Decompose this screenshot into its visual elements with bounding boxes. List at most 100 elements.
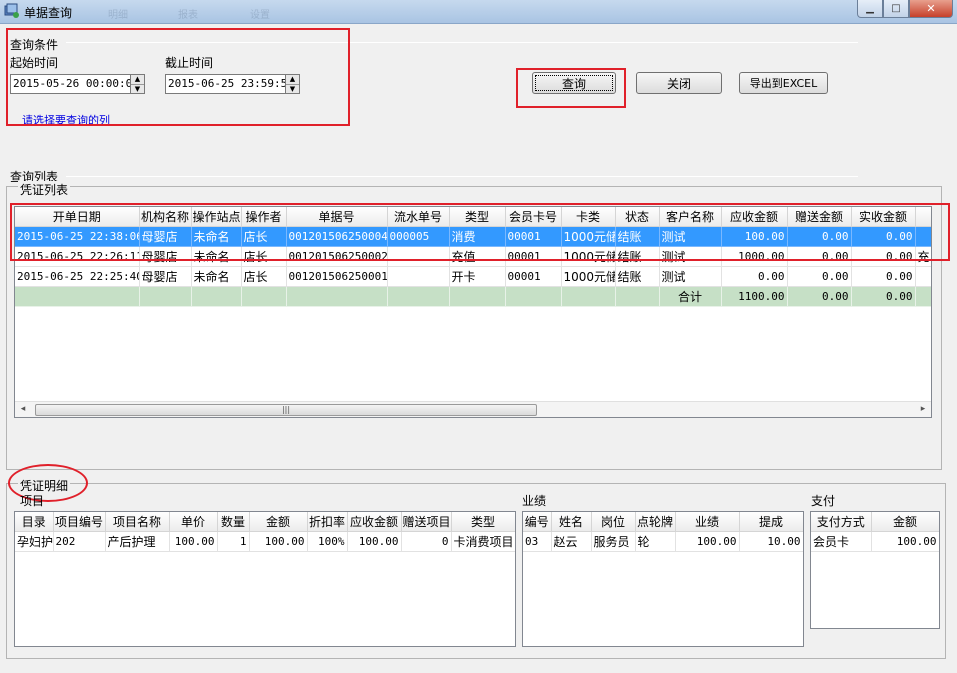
table-row[interactable]: 03 赵云 服务员 轮 100.00 10.00 [523, 531, 803, 552]
cell [915, 266, 931, 287]
performance-title: 业绩 [522, 494, 547, 508]
minimize-button[interactable]: ▁ [857, 0, 883, 18]
cell [139, 286, 192, 307]
cell: 轮 [635, 531, 676, 552]
cell: 0.00 [851, 266, 916, 287]
cell: 03 [523, 531, 552, 552]
items-header: 目录 项目编号 项目名称 单价 数量 金额 折扣率 应收金额 赠送项目 类型 [15, 512, 515, 532]
cell: 服务员 [591, 531, 636, 552]
cell [241, 286, 287, 307]
cell [15, 286, 140, 307]
col-header[interactable]: 金额 [871, 512, 939, 532]
cell: 001201506250001 [286, 266, 388, 287]
cell [286, 286, 388, 307]
voucher-list-title: 凭证列表 [18, 181, 71, 198]
cell [387, 266, 450, 287]
cell: 母婴店 [139, 266, 192, 287]
cell: 100.00 [347, 531, 402, 552]
cell: 202 [53, 531, 106, 552]
query-button-highlight [516, 68, 626, 108]
cell [561, 286, 616, 307]
col-header[interactable]: 项目编号 [53, 512, 106, 532]
cell [387, 286, 450, 307]
col-header[interactable]: 类型 [451, 512, 515, 532]
cell: 开卡 [449, 266, 506, 287]
cell: 10.00 [739, 531, 803, 552]
performance-header: 编号 姓名 岗位 点轮牌 业绩 提成 [523, 512, 803, 532]
cell: 0 [401, 531, 452, 552]
summary-row: 合计 1100.00 0.00 0.00 [15, 286, 931, 307]
maximize-icon: □ [891, 3, 901, 14]
col-header[interactable]: 点轮牌 [635, 512, 676, 532]
cell: 0.00 [787, 266, 852, 287]
query-highlight-box [6, 28, 350, 126]
items-table: 目录 项目编号 项目名称 单价 数量 金额 折扣率 应收金额 赠送项目 类型 孕… [15, 512, 515, 552]
window-title: 单据查询 [24, 6, 73, 20]
cell: 1 [217, 531, 250, 552]
cell: 100.00 [871, 531, 939, 552]
cell: 孕妇护 [15, 531, 54, 552]
close-button[interactable]: 关闭 [636, 72, 722, 94]
cell: 卡消费项目 [451, 531, 515, 552]
ghost-menu-1: 明细 [108, 10, 128, 21]
items-grid[interactable]: 目录 项目编号 项目名称 单价 数量 金额 折扣率 应收金额 赠送项目 类型 孕… [14, 511, 516, 647]
payment-title: 支付 [811, 494, 836, 508]
app-icon [4, 3, 19, 18]
cell: 产后护理 [105, 531, 170, 552]
cell: 00001 [505, 266, 562, 287]
col-header[interactable]: 应收金额 [347, 512, 402, 532]
cell: 2015-06-25 22:25:40 [15, 266, 140, 287]
voucher-list-hscroll[interactable]: ◂ ||| ▸ [15, 401, 931, 417]
cell [505, 286, 562, 307]
close-icon: ✕ [926, 2, 936, 15]
col-header[interactable]: 折扣率 [307, 512, 348, 532]
cell [915, 286, 931, 307]
table-row[interactable]: 孕妇护 202 产后护理 100.00 1 100.00 100% 100.00… [15, 531, 515, 552]
scroll-thumb[interactable]: ||| [35, 404, 537, 416]
summary-received: 0.00 [851, 286, 916, 307]
ghost-menu-2: 报表 [178, 10, 198, 21]
col-header[interactable]: 目录 [15, 512, 54, 532]
minimize-icon: ▁ [866, 3, 874, 14]
maximize-button[interactable]: □ [883, 0, 909, 18]
export-excel-button[interactable]: 导出到EXCEL [739, 72, 828, 94]
table-row[interactable]: 会员卡 100.00 [811, 531, 939, 552]
table-row[interactable]: 2015-06-25 22:25:40 母婴店 未命名 店长 001201506… [15, 266, 931, 287]
cell [615, 286, 660, 307]
col-header[interactable]: 姓名 [551, 512, 592, 532]
col-header[interactable]: 业绩 [675, 512, 740, 532]
cell: 1000元储值 [561, 266, 616, 287]
summary-label: 合计 [659, 286, 722, 307]
cell: 未命名 [191, 266, 242, 287]
scroll-left-icon[interactable]: ◂ [17, 404, 29, 414]
cell: 赵云 [551, 531, 592, 552]
close-window-button[interactable]: ✕ [909, 0, 953, 18]
cell: 结账 [615, 266, 660, 287]
list-highlight-box [10, 203, 950, 261]
summary-gift: 0.00 [787, 286, 852, 307]
cell: 100.00 [169, 531, 218, 552]
ghost-menu-3: 设置 [250, 10, 270, 21]
col-header[interactable]: 金额 [249, 512, 308, 532]
cell: 会员卡 [811, 531, 872, 552]
cell: 测试 [659, 266, 722, 287]
items-title: 项目 [20, 494, 45, 508]
payment-grid[interactable]: 支付方式 金额 会员卡 100.00 [810, 511, 940, 629]
col-header[interactable]: 提成 [739, 512, 803, 532]
payment-table: 支付方式 金额 会员卡 100.00 [811, 512, 939, 552]
cell: 0.00 [721, 266, 788, 287]
performance-grid[interactable]: 编号 姓名 岗位 点轮牌 业绩 提成 03 赵云 服务员 轮 100.00 10… [522, 511, 804, 647]
col-header[interactable]: 支付方式 [811, 512, 872, 532]
scroll-right-icon[interactable]: ▸ [917, 404, 929, 414]
cell: 100.00 [675, 531, 740, 552]
cell [191, 286, 242, 307]
summary-receivable: 1100.00 [721, 286, 788, 307]
col-header[interactable]: 单价 [169, 512, 218, 532]
cell: 100% [307, 531, 348, 552]
col-header[interactable]: 赠送项目 [401, 512, 452, 532]
col-header[interactable]: 岗位 [591, 512, 636, 532]
col-header[interactable]: 数量 [217, 512, 250, 532]
col-header[interactable]: 编号 [523, 512, 552, 532]
col-header[interactable]: 项目名称 [105, 512, 170, 532]
title-bar: 单据查询 明细 报表 设置 ▁ □ ✕ [0, 0, 957, 24]
